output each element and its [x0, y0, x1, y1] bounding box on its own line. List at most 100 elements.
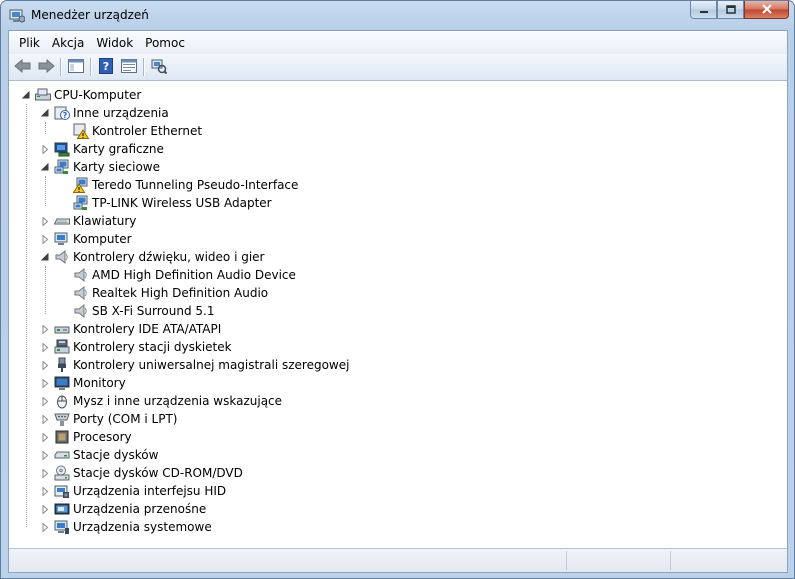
tree-node-label: Karty graficzne	[73, 142, 164, 156]
tree-node-karty-graficzne[interactable]: Karty graficzne	[40, 140, 164, 158]
tree-connector-line	[45, 122, 46, 134]
tree-node-kontrolery-uniwersalnej-magistrali-szeregowej[interactable]: Kontrolery uniwersalnej magistrali szere…	[40, 356, 349, 374]
disk-drive-icon	[54, 447, 70, 463]
expand-arrow-icon[interactable]	[40, 230, 50, 248]
keyboard-icon	[54, 213, 70, 229]
speaker-icon	[54, 249, 70, 265]
computer-icon	[54, 231, 70, 247]
menu-akcja[interactable]: Akcja	[46, 33, 90, 53]
properties-button[interactable]	[117, 56, 140, 78]
tree-node-label: Komputer	[73, 232, 132, 246]
device-tree[interactable]: CPU-Komputer? Inne urządzenia Kontroler Et…	[9, 82, 787, 548]
tree-node-inne-urzadzenia[interactable]: ? Inne urządzenia	[40, 104, 169, 122]
tree-node-kontroler-ethernet[interactable]: Kontroler Ethernet	[59, 122, 202, 140]
expand-arrow-icon[interactable]	[40, 320, 50, 338]
tree-node-sb-x-fi-surround-5-1[interactable]: SB X-Fi Surround 5.1	[59, 302, 214, 320]
menu-widok[interactable]: Widok	[90, 33, 139, 53]
tree-node-label: Karty sieciowe	[73, 160, 161, 174]
tree-node-label: Teredo Tunneling Pseudo-Interface	[92, 178, 299, 192]
tree-node-kontrolery-dzwieku-wideo-i-gier[interactable]: Kontrolery dźwięku, wideo i gier	[40, 248, 264, 266]
network-warning-icon	[73, 177, 89, 193]
mouse-icon	[54, 393, 70, 409]
tree-node-karty-sieciowe[interactable]: Karty sieciowe	[40, 158, 160, 176]
status-pane	[670, 551, 787, 570]
collapse-arrow-icon[interactable]	[40, 248, 50, 266]
speaker-icon	[73, 267, 89, 283]
client-area: Plik Akcja Widok Pomoc ? CPU-Komputer ? …	[8, 30, 788, 573]
collapse-arrow-icon[interactable]	[40, 158, 50, 176]
tree-node-urzadzenia-przenosne[interactable]: Urządzenia przenośne	[40, 500, 206, 518]
warning-device-icon	[73, 123, 89, 139]
maximize-button[interactable]	[717, 1, 744, 19]
tree-node-label: Stacje dysków CD-ROM/DVD	[73, 466, 243, 480]
expand-arrow-icon[interactable]	[40, 482, 50, 500]
device-manager-window: Menedżer urządzeń Plik Akcja Widok Pomoc	[0, 0, 795, 579]
tree-node-amd-high-definition-audio-device[interactable]: AMD High Definition Audio Device	[59, 266, 296, 284]
tree-node-teredo-tunneling-pseudo-interface[interactable]: Teredo Tunneling Pseudo-Interface	[59, 176, 298, 194]
tree-node-porty-com-i-lpt[interactable]: Porty (COM i LPT)	[40, 410, 177, 428]
menu-plik[interactable]: Plik	[13, 33, 46, 53]
expand-arrow-icon[interactable]	[40, 392, 50, 410]
expand-arrow-icon[interactable]	[40, 374, 50, 392]
tree-node-monitory[interactable]: Monitory	[40, 374, 126, 392]
expand-arrow-icon[interactable]	[40, 518, 50, 536]
unknown-device-icon: ?	[54, 105, 70, 121]
close-button[interactable]	[744, 1, 789, 19]
help-icon: ?	[98, 57, 113, 77]
properties-icon	[120, 58, 137, 76]
tree-node-label: Mysz i inne urządzenia wskazujące	[73, 394, 283, 408]
back-arrow-icon	[13, 58, 32, 76]
title-bar[interactable]: Menedżer urządzeń	[1, 1, 794, 30]
tree-node-kontrolery-ide-ata-atapi[interactable]: Kontrolery IDE ATA/ATAPI	[40, 320, 221, 338]
tree-node-label: Kontrolery dźwięku, wideo i gier	[73, 250, 265, 264]
expand-arrow-icon[interactable]	[40, 338, 50, 356]
expand-arrow-icon[interactable]	[40, 464, 50, 482]
expand-arrow-icon[interactable]	[40, 410, 50, 428]
cdrom-icon	[54, 465, 70, 481]
tree-node-procesory[interactable]: Procesory	[40, 428, 132, 446]
expand-arrow-icon[interactable]	[40, 140, 50, 158]
monitor-icon	[54, 375, 70, 391]
tree-node-cpu-komputer[interactable]: CPU-Komputer	[21, 86, 141, 104]
forward-button[interactable]	[34, 56, 57, 78]
minimize-button[interactable]	[690, 1, 717, 19]
collapse-arrow-icon[interactable]	[21, 86, 31, 104]
tree-node-kontrolery-stacji-dyskietek[interactable]: Kontrolery stacji dyskietek	[40, 338, 232, 356]
expand-arrow-icon[interactable]	[40, 428, 50, 446]
collapse-arrow-icon[interactable]	[40, 104, 50, 122]
tree-node-label: Kontrolery stacji dyskietek	[73, 340, 232, 354]
expand-arrow-icon[interactable]	[40, 212, 50, 230]
toolbar: ?	[9, 54, 787, 81]
tree-node-realtek-high-definition-audio[interactable]: Realtek High Definition Audio	[59, 284, 268, 302]
show-hide-console-tree-icon	[67, 58, 84, 76]
tree-node-label: Klawiatury	[73, 214, 137, 228]
tree-node-urzadzenia-interfejsu-hid[interactable]: Urządzenia interfejsu HID	[40, 482, 226, 500]
tree-node-tp-link-wireless-usb-adapter[interactable]: TP-LINK Wireless USB Adapter	[59, 194, 272, 212]
tree-node-label: Urządzenia przenośne	[73, 502, 207, 516]
menu-pomoc[interactable]: Pomoc	[139, 33, 191, 53]
tree-node-urzadzenia-systemowe[interactable]: Urządzenia systemowe	[40, 518, 212, 536]
tree-connector-line	[45, 266, 46, 314]
expand-arrow-icon[interactable]	[40, 500, 50, 518]
show-hide-console-tree-button[interactable]	[64, 56, 87, 78]
tree-node-label: Procesory	[73, 430, 132, 444]
tree-node-label: Urządzenia interfejsu HID	[73, 484, 227, 498]
expand-arrow-icon[interactable]	[40, 356, 50, 374]
tree-node-label: Realtek High Definition Audio	[92, 286, 269, 300]
scan-hardware-button[interactable]	[147, 56, 170, 78]
tree-node-stacje-dyskow[interactable]: Stacje dysków	[40, 446, 158, 464]
minimize-icon	[699, 3, 709, 17]
back-button[interactable]	[11, 56, 34, 78]
help-button[interactable]: ?	[94, 56, 117, 78]
device-manager-app-icon	[9, 7, 26, 23]
tree-node-stacje-dyskow-cd-rom-dvd[interactable]: Stacje dysków CD-ROM/DVD	[40, 464, 243, 482]
expand-arrow-icon[interactable]	[40, 446, 50, 464]
tree-node-komputer[interactable]: Komputer	[40, 230, 132, 248]
menu-bar: Plik Akcja Widok Pomoc	[9, 31, 787, 54]
tree-connector-line	[26, 104, 27, 527]
tree-node-klawiatury[interactable]: Klawiatury	[40, 212, 136, 230]
tree-node-mysz-i-inne-urzadzenia-wskazujace[interactable]: Mysz i inne urządzenia wskazujące	[40, 392, 282, 410]
